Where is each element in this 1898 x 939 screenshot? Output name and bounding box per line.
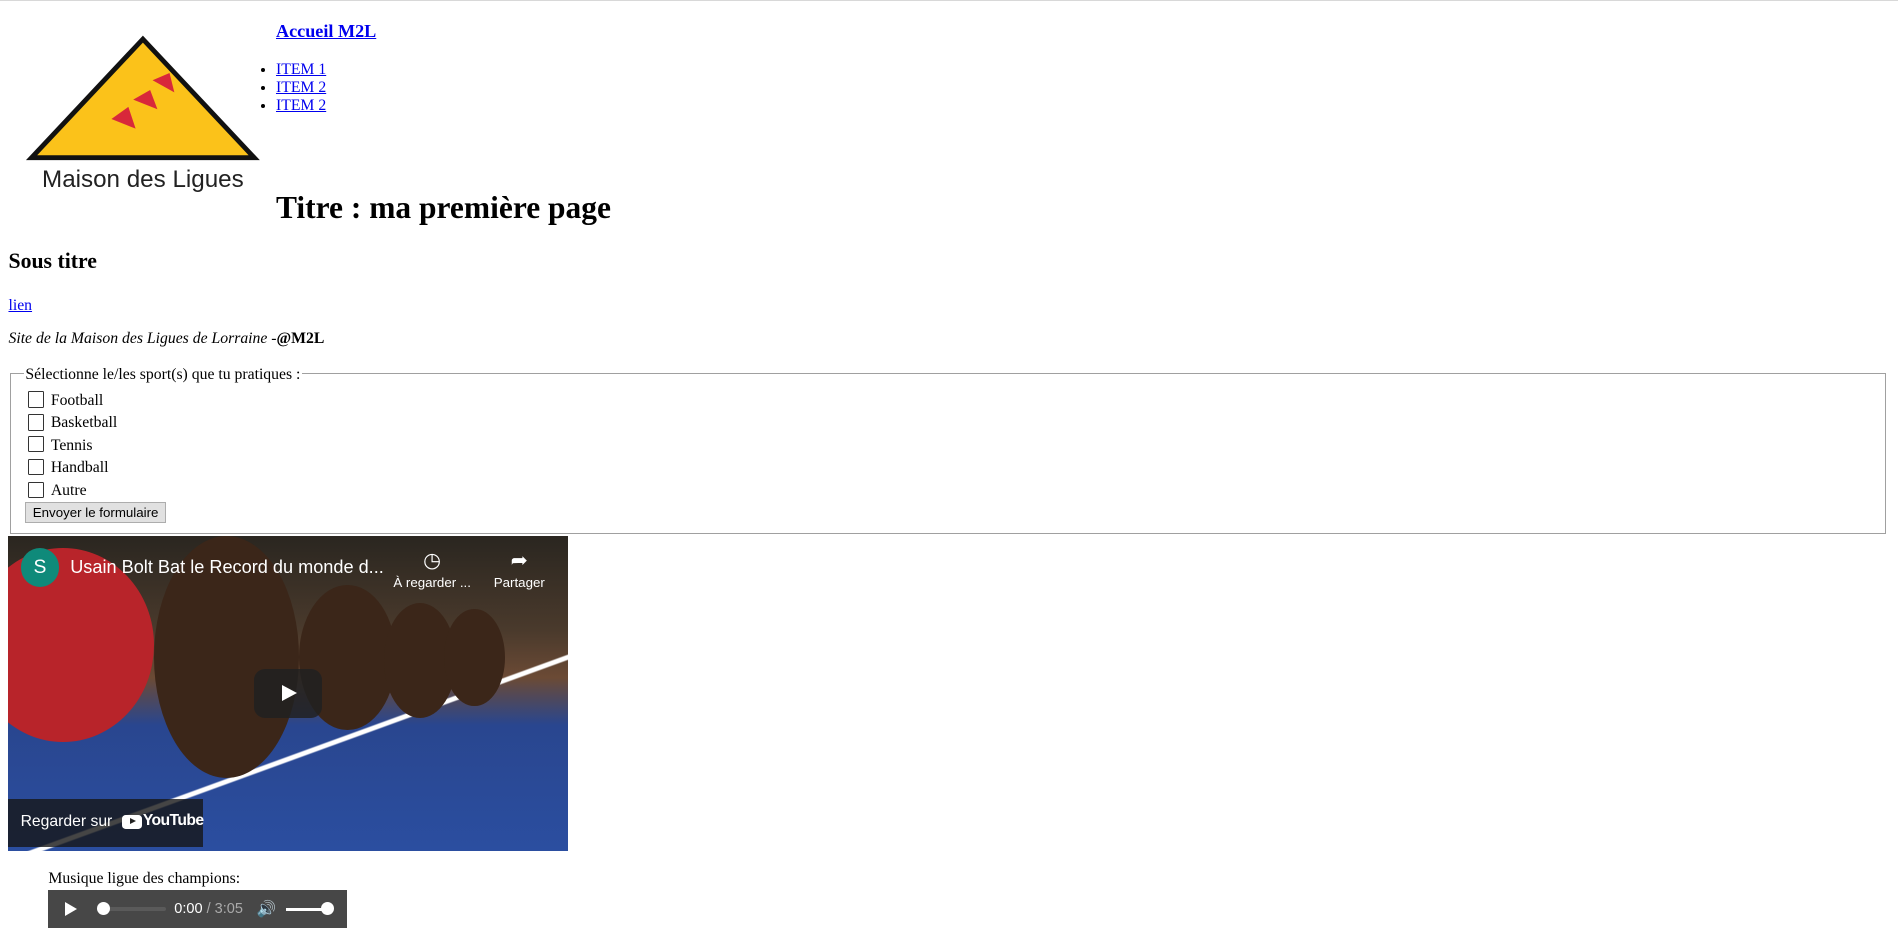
- sports-fieldset: [9, 372, 1886, 534]
- volume-handle[interactable]: [320, 901, 335, 916]
- label-tennis[interactable]: Tennis: [51, 437, 93, 455]
- video-scene: [444, 608, 505, 706]
- audio-seek-bar[interactable]: [102, 906, 166, 912]
- checkbox-football[interactable]: [27, 390, 45, 408]
- share-label: Partager: [493, 574, 545, 590]
- submit-button[interactable]: Envoyer le formulaire: [25, 502, 166, 523]
- watch-on-label: Regarder sur: [20, 813, 113, 831]
- clock-icon: ◷: [423, 549, 442, 573]
- watch-on-youtube-button[interactable]: Regarder sur YouTube: [8, 798, 204, 848]
- watch-later-button[interactable]: ◷ À regarder ...: [390, 548, 475, 590]
- play-video-button[interactable]: [254, 669, 322, 718]
- nav-item: ITEM 2: [276, 79, 326, 97]
- page-title: Titre : ma première page: [275, 190, 611, 226]
- m2l-logo: Maison des Ligues: [25, 35, 260, 192]
- nav-item-2-link[interactable]: ITEM 2: [276, 79, 326, 96]
- checkbox-tennis[interactable]: [27, 435, 45, 453]
- youtube-video-embed[interactable]: S Usain Bolt Bat le Record du monde d...…: [8, 536, 568, 851]
- audio-player: 0:00 / 3:05 🔊: [48, 889, 348, 929]
- label-basketball[interactable]: Basketball: [51, 414, 117, 432]
- audio-duration: / 3:05: [206, 900, 243, 917]
- channel-avatar[interactable]: S: [20, 548, 60, 588]
- nav-menu: ITEM 1 ITEM 2 ITEM 2: [257, 61, 326, 115]
- footer-handle: @M2L: [276, 330, 325, 348]
- top-border: [0, 0, 1898, 2]
- play-icon[interactable]: [65, 901, 78, 916]
- logo-text: Maison des Ligues: [42, 165, 244, 192]
- audio-seek-handle[interactable]: [96, 901, 111, 916]
- footer-text: Site de la Maison des Ligues de Lorraine…: [8, 330, 277, 348]
- nav-item: ITEM 2: [276, 97, 326, 115]
- nav-item-1-link[interactable]: ITEM 1: [276, 61, 326, 78]
- checkbox-autre[interactable]: [27, 481, 45, 499]
- lien-link[interactable]: lien: [8, 297, 32, 315]
- volume-icon[interactable]: 🔊: [257, 899, 277, 919]
- nav-item-3-link[interactable]: ITEM 2: [276, 97, 326, 114]
- nav-item: ITEM 1: [276, 61, 326, 79]
- video-title[interactable]: Usain Bolt Bat le Record du monde d...: [70, 557, 384, 578]
- watch-later-label: À regarder ...: [393, 574, 471, 590]
- label-handball[interactable]: Handball: [51, 459, 109, 477]
- sports-legend: Sélectionne le/les sport(s) que tu prati…: [24, 365, 302, 384]
- audio-current-time: 0:00: [174, 900, 203, 917]
- youtube-logo-icon: [122, 814, 142, 830]
- audio-label: Musique ligue des champions:: [48, 870, 241, 888]
- site-footer-text: Site de la Maison des Ligues de Lorraine…: [8, 330, 324, 348]
- home-link[interactable]: Accueil M2L: [276, 21, 376, 42]
- share-icon: ➦: [510, 549, 528, 573]
- checkbox-basketball[interactable]: [27, 413, 45, 431]
- page-subtitle: Sous titre: [8, 249, 97, 274]
- youtube-wordmark: YouTube: [142, 812, 204, 830]
- label-football[interactable]: Football: [51, 392, 103, 410]
- share-button[interactable]: ➦ Partager: [477, 548, 562, 590]
- volume-slider[interactable]: [285, 907, 326, 912]
- checkbox-handball[interactable]: [27, 458, 45, 476]
- audio-time: 0:00 / 3:05: [174, 901, 243, 917]
- label-autre[interactable]: Autre: [51, 482, 87, 500]
